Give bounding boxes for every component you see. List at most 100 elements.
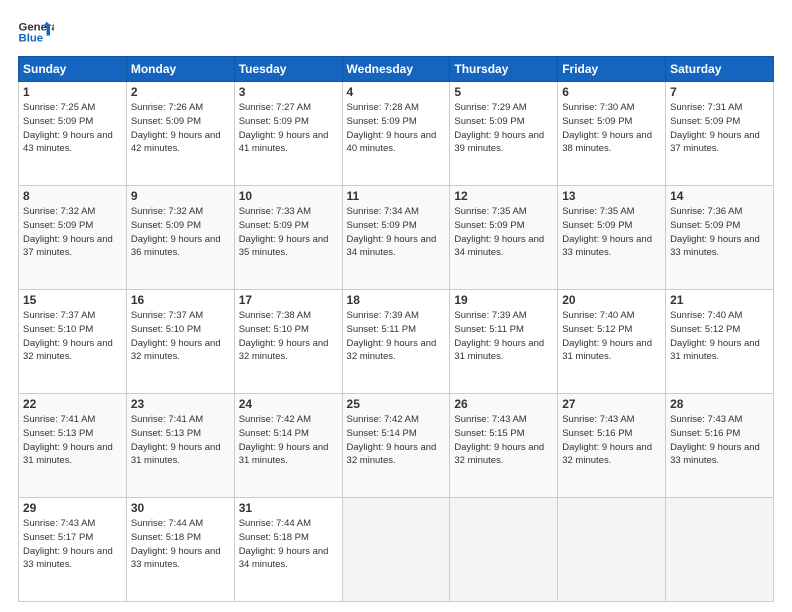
day-info: Sunrise: 7:27 AM Sunset: 5:09 PM Dayligh… [239, 101, 338, 156]
day-number: 19 [454, 293, 553, 307]
weekday-header: Saturday [666, 57, 774, 82]
calendar-row: 22 Sunrise: 7:41 AM Sunset: 5:13 PM Dayl… [19, 394, 774, 498]
calendar-cell: 18 Sunrise: 7:39 AM Sunset: 5:11 PM Dayl… [342, 290, 450, 394]
day-info: Sunrise: 7:35 AM Sunset: 5:09 PM Dayligh… [454, 205, 553, 260]
calendar-cell: 14 Sunrise: 7:36 AM Sunset: 5:09 PM Dayl… [666, 186, 774, 290]
day-info: Sunrise: 7:41 AM Sunset: 5:13 PM Dayligh… [131, 413, 230, 468]
calendar-cell: 15 Sunrise: 7:37 AM Sunset: 5:10 PM Dayl… [19, 290, 127, 394]
calendar-cell [450, 498, 558, 602]
day-number: 30 [131, 501, 230, 515]
day-info: Sunrise: 7:29 AM Sunset: 5:09 PM Dayligh… [454, 101, 553, 156]
day-number: 10 [239, 189, 338, 203]
day-info: Sunrise: 7:36 AM Sunset: 5:09 PM Dayligh… [670, 205, 769, 260]
day-info: Sunrise: 7:43 AM Sunset: 5:16 PM Dayligh… [670, 413, 769, 468]
day-number: 5 [454, 85, 553, 99]
calendar-page: General Blue SundayMondayTuesdayWednesda… [0, 0, 792, 612]
day-number: 15 [23, 293, 122, 307]
calendar-cell: 16 Sunrise: 7:37 AM Sunset: 5:10 PM Dayl… [126, 290, 234, 394]
calendar-row: 15 Sunrise: 7:37 AM Sunset: 5:10 PM Dayl… [19, 290, 774, 394]
day-number: 25 [347, 397, 446, 411]
day-info: Sunrise: 7:26 AM Sunset: 5:09 PM Dayligh… [131, 101, 230, 156]
calendar-cell: 31 Sunrise: 7:44 AM Sunset: 5:18 PM Dayl… [234, 498, 342, 602]
day-number: 16 [131, 293, 230, 307]
calendar-cell [558, 498, 666, 602]
day-number: 9 [131, 189, 230, 203]
day-number: 6 [562, 85, 661, 99]
calendar-cell: 22 Sunrise: 7:41 AM Sunset: 5:13 PM Dayl… [19, 394, 127, 498]
calendar-cell [666, 498, 774, 602]
day-number: 8 [23, 189, 122, 203]
day-info: Sunrise: 7:38 AM Sunset: 5:10 PM Dayligh… [239, 309, 338, 364]
day-info: Sunrise: 7:44 AM Sunset: 5:18 PM Dayligh… [131, 517, 230, 572]
calendar-cell: 30 Sunrise: 7:44 AM Sunset: 5:18 PM Dayl… [126, 498, 234, 602]
day-number: 22 [23, 397, 122, 411]
calendar-cell [342, 498, 450, 602]
calendar-header-row: SundayMondayTuesdayWednesdayThursdayFrid… [19, 57, 774, 82]
day-number: 1 [23, 85, 122, 99]
weekday-header: Wednesday [342, 57, 450, 82]
day-number: 14 [670, 189, 769, 203]
day-number: 27 [562, 397, 661, 411]
day-info: Sunrise: 7:43 AM Sunset: 5:15 PM Dayligh… [454, 413, 553, 468]
logo: General Blue [18, 18, 54, 46]
calendar-cell: 12 Sunrise: 7:35 AM Sunset: 5:09 PM Dayl… [450, 186, 558, 290]
calendar-cell: 13 Sunrise: 7:35 AM Sunset: 5:09 PM Dayl… [558, 186, 666, 290]
calendar-cell: 28 Sunrise: 7:43 AM Sunset: 5:16 PM Dayl… [666, 394, 774, 498]
page-header: General Blue [18, 18, 774, 46]
day-info: Sunrise: 7:40 AM Sunset: 5:12 PM Dayligh… [562, 309, 661, 364]
day-info: Sunrise: 7:32 AM Sunset: 5:09 PM Dayligh… [23, 205, 122, 260]
day-info: Sunrise: 7:31 AM Sunset: 5:09 PM Dayligh… [670, 101, 769, 156]
day-number: 24 [239, 397, 338, 411]
day-info: Sunrise: 7:32 AM Sunset: 5:09 PM Dayligh… [131, 205, 230, 260]
day-info: Sunrise: 7:37 AM Sunset: 5:10 PM Dayligh… [23, 309, 122, 364]
day-number: 2 [131, 85, 230, 99]
calendar-cell: 24 Sunrise: 7:42 AM Sunset: 5:14 PM Dayl… [234, 394, 342, 498]
weekday-header: Monday [126, 57, 234, 82]
weekday-header: Sunday [19, 57, 127, 82]
calendar-cell: 7 Sunrise: 7:31 AM Sunset: 5:09 PM Dayli… [666, 82, 774, 186]
svg-text:Blue: Blue [19, 33, 44, 45]
day-number: 28 [670, 397, 769, 411]
calendar-cell: 27 Sunrise: 7:43 AM Sunset: 5:16 PM Dayl… [558, 394, 666, 498]
weekday-header: Tuesday [234, 57, 342, 82]
weekday-header: Thursday [450, 57, 558, 82]
calendar-cell: 10 Sunrise: 7:33 AM Sunset: 5:09 PM Dayl… [234, 186, 342, 290]
calendar-cell: 21 Sunrise: 7:40 AM Sunset: 5:12 PM Dayl… [666, 290, 774, 394]
day-info: Sunrise: 7:44 AM Sunset: 5:18 PM Dayligh… [239, 517, 338, 572]
logo-icon: General Blue [18, 18, 54, 46]
calendar-cell: 20 Sunrise: 7:40 AM Sunset: 5:12 PM Dayl… [558, 290, 666, 394]
day-number: 17 [239, 293, 338, 307]
day-number: 26 [454, 397, 553, 411]
day-info: Sunrise: 7:42 AM Sunset: 5:14 PM Dayligh… [347, 413, 446, 468]
calendar-cell: 3 Sunrise: 7:27 AM Sunset: 5:09 PM Dayli… [234, 82, 342, 186]
day-info: Sunrise: 7:39 AM Sunset: 5:11 PM Dayligh… [454, 309, 553, 364]
day-info: Sunrise: 7:35 AM Sunset: 5:09 PM Dayligh… [562, 205, 661, 260]
day-info: Sunrise: 7:28 AM Sunset: 5:09 PM Dayligh… [347, 101, 446, 156]
day-number: 7 [670, 85, 769, 99]
calendar-row: 1 Sunrise: 7:25 AM Sunset: 5:09 PM Dayli… [19, 82, 774, 186]
day-number: 21 [670, 293, 769, 307]
calendar-cell: 19 Sunrise: 7:39 AM Sunset: 5:11 PM Dayl… [450, 290, 558, 394]
day-number: 13 [562, 189, 661, 203]
day-number: 11 [347, 189, 446, 203]
calendar-cell: 2 Sunrise: 7:26 AM Sunset: 5:09 PM Dayli… [126, 82, 234, 186]
calendar-cell: 1 Sunrise: 7:25 AM Sunset: 5:09 PM Dayli… [19, 82, 127, 186]
day-info: Sunrise: 7:30 AM Sunset: 5:09 PM Dayligh… [562, 101, 661, 156]
day-number: 3 [239, 85, 338, 99]
calendar-cell: 26 Sunrise: 7:43 AM Sunset: 5:15 PM Dayl… [450, 394, 558, 498]
calendar-cell: 23 Sunrise: 7:41 AM Sunset: 5:13 PM Dayl… [126, 394, 234, 498]
day-info: Sunrise: 7:33 AM Sunset: 5:09 PM Dayligh… [239, 205, 338, 260]
calendar-cell: 17 Sunrise: 7:38 AM Sunset: 5:10 PM Dayl… [234, 290, 342, 394]
day-number: 20 [562, 293, 661, 307]
calendar-row: 29 Sunrise: 7:43 AM Sunset: 5:17 PM Dayl… [19, 498, 774, 602]
calendar-cell: 25 Sunrise: 7:42 AM Sunset: 5:14 PM Dayl… [342, 394, 450, 498]
day-info: Sunrise: 7:39 AM Sunset: 5:11 PM Dayligh… [347, 309, 446, 364]
day-info: Sunrise: 7:25 AM Sunset: 5:09 PM Dayligh… [23, 101, 122, 156]
calendar-cell: 29 Sunrise: 7:43 AM Sunset: 5:17 PM Dayl… [19, 498, 127, 602]
day-info: Sunrise: 7:43 AM Sunset: 5:16 PM Dayligh… [562, 413, 661, 468]
day-number: 4 [347, 85, 446, 99]
day-info: Sunrise: 7:42 AM Sunset: 5:14 PM Dayligh… [239, 413, 338, 468]
calendar-cell: 6 Sunrise: 7:30 AM Sunset: 5:09 PM Dayli… [558, 82, 666, 186]
day-number: 23 [131, 397, 230, 411]
day-info: Sunrise: 7:40 AM Sunset: 5:12 PM Dayligh… [670, 309, 769, 364]
